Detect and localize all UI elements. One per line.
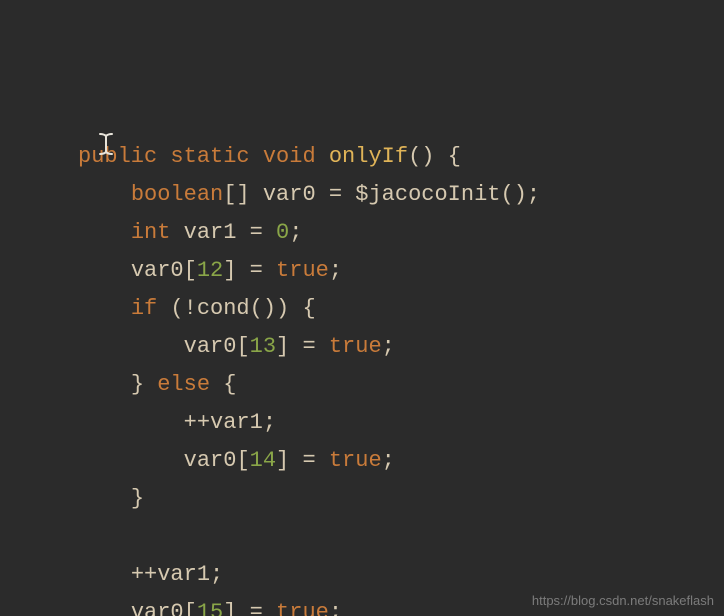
token-id: var1: [210, 410, 263, 435]
token-bool: true: [329, 334, 382, 359]
token-brack: ]: [236, 182, 249, 207]
token-type: int: [131, 220, 171, 245]
code-line: } else {: [78, 366, 724, 404]
code-line: var0[12] = true;: [78, 252, 724, 290]
token-id: $jacocoInit: [355, 182, 500, 207]
token-id: var1: [157, 562, 210, 587]
code-line: ++var1;: [78, 404, 724, 442]
code-line: var0[14] = true;: [78, 442, 724, 480]
token-id: var0: [131, 258, 184, 283]
code-line: if (!cond()) {: [78, 290, 724, 328]
token-paren: ): [421, 144, 434, 169]
token-id: var0: [184, 334, 237, 359]
token-punct: }: [131, 486, 144, 511]
text-cursor-icon: [98, 56, 114, 80]
watermark: https://blog.csdn.net/snakeflash: [532, 593, 714, 608]
token-kw: static: [170, 144, 249, 169]
token-brack: [: [184, 600, 197, 616]
token-num: 13: [250, 334, 276, 359]
code-line: ++var1;: [78, 556, 724, 594]
token-num: 12: [197, 258, 223, 283]
token-paren: (: [408, 144, 421, 169]
token-brack: ]: [276, 448, 289, 473]
code-line: }: [78, 480, 724, 518]
token-punct: ;: [382, 334, 395, 359]
token-num: 0: [276, 220, 289, 245]
code-line: int var1 = 0;: [78, 214, 724, 252]
token-paren: ): [263, 296, 276, 321]
token-paren: (: [170, 296, 183, 321]
token-punct: {: [448, 144, 461, 169]
token-punct: }: [131, 372, 144, 397]
token-type: boolean: [131, 182, 223, 207]
token-brack: [: [184, 258, 197, 283]
token-punct: {: [302, 296, 315, 321]
token-punct: =: [250, 258, 263, 283]
token-punct: ;: [210, 562, 223, 587]
token-fn: onlyIf: [329, 144, 408, 169]
token-paren: ): [514, 182, 527, 207]
token-bool: true: [276, 258, 329, 283]
token-id: var0: [131, 600, 184, 616]
token-punct: =: [302, 448, 315, 473]
code-editor[interactable]: public static void onlyIf() { boolean[] …: [0, 0, 724, 616]
token-brack: ]: [276, 334, 289, 359]
token-punct: ;: [263, 410, 276, 435]
token-brack: ]: [223, 258, 236, 283]
code-line: var0[13] = true;: [78, 328, 724, 366]
token-id: var0: [263, 182, 316, 207]
token-brack: [: [223, 182, 236, 207]
code-line: public static void onlyIf() {: [78, 138, 724, 176]
token-bool: true: [276, 600, 329, 616]
token-punct: =: [250, 600, 263, 616]
token-punct: =: [302, 334, 315, 359]
token-punct: =: [329, 182, 342, 207]
token-punct: ;: [382, 448, 395, 473]
token-num: 14: [250, 448, 276, 473]
token-kw: else: [157, 372, 210, 397]
code-line: boolean[] var0 = $jacocoInit();: [78, 176, 724, 214]
code-line: [78, 518, 724, 556]
token-punct: ;: [329, 258, 342, 283]
token-kw: void: [263, 144, 316, 169]
token-punct: ++: [131, 562, 157, 587]
token-id: var0: [184, 448, 237, 473]
code-block: public static void onlyIf() { boolean[] …: [78, 138, 724, 616]
token-punct: ;: [329, 600, 342, 616]
token-id: var1: [184, 220, 237, 245]
token-punct: ++: [184, 410, 210, 435]
token-id: cond: [197, 296, 250, 321]
token-num: 15: [197, 600, 223, 616]
token-brack: [: [236, 334, 249, 359]
token-paren: (: [250, 296, 263, 321]
token-punct: {: [223, 372, 236, 397]
token-paren: ): [276, 296, 289, 321]
token-kw: if: [131, 296, 157, 321]
token-kw: public: [78, 144, 157, 169]
token-paren: (: [501, 182, 514, 207]
token-brack: [: [236, 448, 249, 473]
token-bool: true: [329, 448, 382, 473]
token-punct: ;: [527, 182, 540, 207]
token-punct: ;: [289, 220, 302, 245]
token-brack: ]: [223, 600, 236, 616]
token-punct: =: [250, 220, 263, 245]
token-punct: !: [184, 296, 197, 321]
